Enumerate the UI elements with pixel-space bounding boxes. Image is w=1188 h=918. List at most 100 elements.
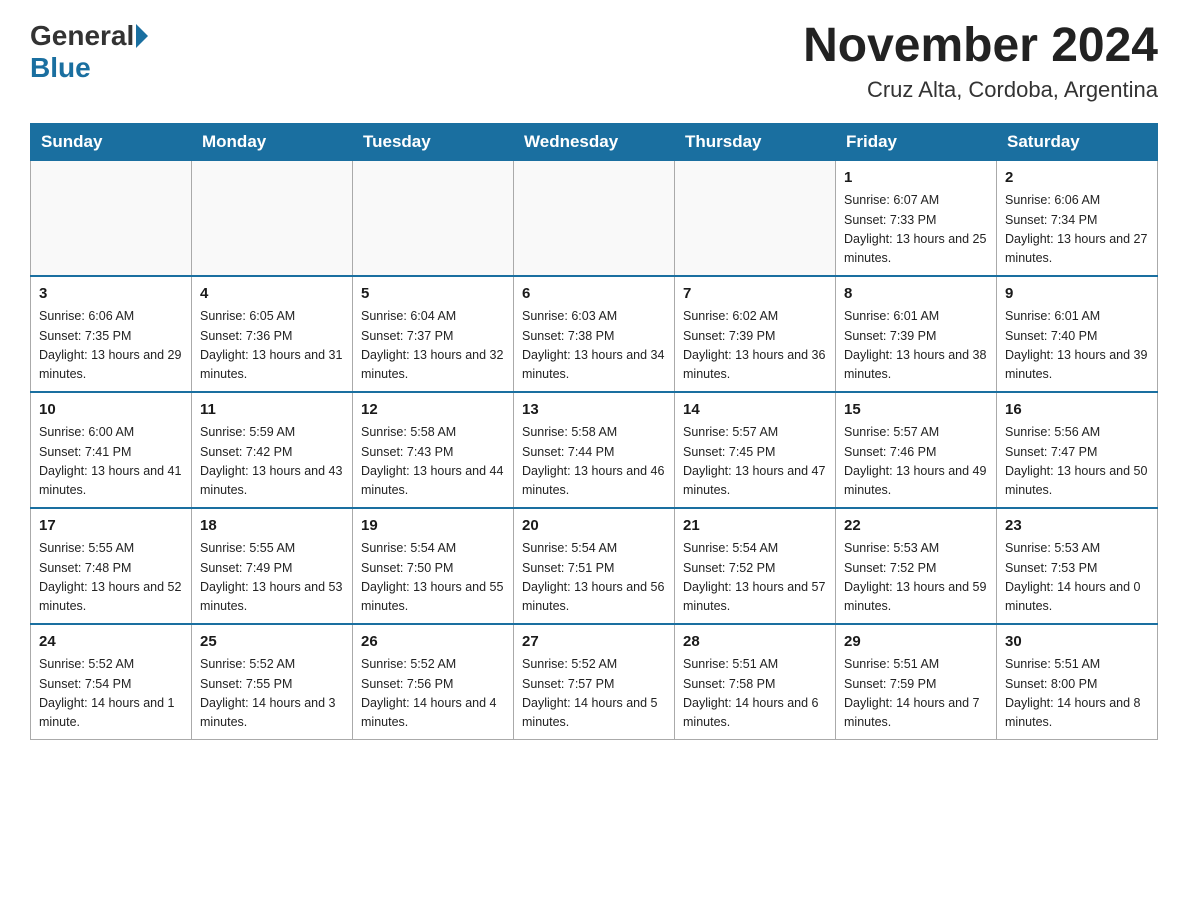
calendar-cell — [514, 160, 675, 276]
day-number: 14 — [683, 399, 827, 422]
calendar-cell — [675, 160, 836, 276]
day-number: 22 — [844, 515, 988, 538]
calendar-cell: 26Sunrise: 5:52 AMSunset: 7:56 PMDayligh… — [353, 624, 514, 740]
day-info: Sunrise: 5:57 AMSunset: 7:45 PMDaylight:… — [683, 423, 827, 501]
weekday-header-monday: Monday — [192, 123, 353, 160]
day-number: 27 — [522, 631, 666, 654]
calendar-week-5: 24Sunrise: 5:52 AMSunset: 7:54 PMDayligh… — [31, 624, 1158, 740]
weekday-header-tuesday: Tuesday — [353, 123, 514, 160]
calendar-cell — [353, 160, 514, 276]
calendar-cell: 30Sunrise: 5:51 AMSunset: 8:00 PMDayligh… — [997, 624, 1158, 740]
day-number: 17 — [39, 515, 183, 538]
day-info: Sunrise: 5:51 AMSunset: 7:58 PMDaylight:… — [683, 655, 827, 733]
day-info: Sunrise: 6:07 AMSunset: 7:33 PMDaylight:… — [844, 191, 988, 269]
logo: General Blue — [30, 20, 150, 84]
calendar-week-1: 1Sunrise: 6:07 AMSunset: 7:33 PMDaylight… — [31, 160, 1158, 276]
calendar-cell: 2Sunrise: 6:06 AMSunset: 7:34 PMDaylight… — [997, 160, 1158, 276]
day-number: 29 — [844, 631, 988, 654]
weekday-header-friday: Friday — [836, 123, 997, 160]
day-number: 5 — [361, 283, 505, 306]
day-info: Sunrise: 5:52 AMSunset: 7:57 PMDaylight:… — [522, 655, 666, 733]
location-text: Cruz Alta, Cordoba, Argentina — [803, 77, 1158, 103]
day-number: 13 — [522, 399, 666, 422]
day-info: Sunrise: 6:01 AMSunset: 7:40 PMDaylight:… — [1005, 307, 1149, 385]
weekday-header-saturday: Saturday — [997, 123, 1158, 160]
logo-arrow-icon — [136, 24, 148, 48]
calendar-week-4: 17Sunrise: 5:55 AMSunset: 7:48 PMDayligh… — [31, 508, 1158, 624]
logo-general-text: General — [30, 20, 134, 52]
logo-blue-text: Blue — [30, 52, 91, 84]
day-info: Sunrise: 6:01 AMSunset: 7:39 PMDaylight:… — [844, 307, 988, 385]
day-info: Sunrise: 5:51 AMSunset: 8:00 PMDaylight:… — [1005, 655, 1149, 733]
day-info: Sunrise: 5:53 AMSunset: 7:53 PMDaylight:… — [1005, 539, 1149, 617]
calendar-cell: 15Sunrise: 5:57 AMSunset: 7:46 PMDayligh… — [836, 392, 997, 508]
day-number: 16 — [1005, 399, 1149, 422]
day-number: 30 — [1005, 631, 1149, 654]
day-info: Sunrise: 5:56 AMSunset: 7:47 PMDaylight:… — [1005, 423, 1149, 501]
day-info: Sunrise: 6:04 AMSunset: 7:37 PMDaylight:… — [361, 307, 505, 385]
day-number: 25 — [200, 631, 344, 654]
calendar-cell: 17Sunrise: 5:55 AMSunset: 7:48 PMDayligh… — [31, 508, 192, 624]
day-info: Sunrise: 5:51 AMSunset: 7:59 PMDaylight:… — [844, 655, 988, 733]
day-number: 23 — [1005, 515, 1149, 538]
calendar-cell: 24Sunrise: 5:52 AMSunset: 7:54 PMDayligh… — [31, 624, 192, 740]
day-info: Sunrise: 5:57 AMSunset: 7:46 PMDaylight:… — [844, 423, 988, 501]
day-number: 10 — [39, 399, 183, 422]
day-info: Sunrise: 6:03 AMSunset: 7:38 PMDaylight:… — [522, 307, 666, 385]
day-number: 3 — [39, 283, 183, 306]
day-info: Sunrise: 5:52 AMSunset: 7:56 PMDaylight:… — [361, 655, 505, 733]
calendar-cell: 22Sunrise: 5:53 AMSunset: 7:52 PMDayligh… — [836, 508, 997, 624]
header-right: November 2024 Cruz Alta, Cordoba, Argent… — [803, 20, 1158, 103]
day-info: Sunrise: 6:00 AMSunset: 7:41 PMDaylight:… — [39, 423, 183, 501]
calendar-cell: 1Sunrise: 6:07 AMSunset: 7:33 PMDaylight… — [836, 160, 997, 276]
day-info: Sunrise: 6:05 AMSunset: 7:36 PMDaylight:… — [200, 307, 344, 385]
day-number: 9 — [1005, 283, 1149, 306]
calendar-cell: 10Sunrise: 6:00 AMSunset: 7:41 PMDayligh… — [31, 392, 192, 508]
day-info: Sunrise: 5:54 AMSunset: 7:50 PMDaylight:… — [361, 539, 505, 617]
calendar-cell: 13Sunrise: 5:58 AMSunset: 7:44 PMDayligh… — [514, 392, 675, 508]
calendar-cell: 23Sunrise: 5:53 AMSunset: 7:53 PMDayligh… — [997, 508, 1158, 624]
day-number: 28 — [683, 631, 827, 654]
day-number: 7 — [683, 283, 827, 306]
month-title: November 2024 — [803, 20, 1158, 73]
calendar-cell: 8Sunrise: 6:01 AMSunset: 7:39 PMDaylight… — [836, 276, 997, 392]
calendar-cell: 9Sunrise: 6:01 AMSunset: 7:40 PMDaylight… — [997, 276, 1158, 392]
calendar-cell: 18Sunrise: 5:55 AMSunset: 7:49 PMDayligh… — [192, 508, 353, 624]
calendar-cell: 25Sunrise: 5:52 AMSunset: 7:55 PMDayligh… — [192, 624, 353, 740]
day-number: 24 — [39, 631, 183, 654]
calendar-cell: 28Sunrise: 5:51 AMSunset: 7:58 PMDayligh… — [675, 624, 836, 740]
calendar-cell: 20Sunrise: 5:54 AMSunset: 7:51 PMDayligh… — [514, 508, 675, 624]
day-number: 19 — [361, 515, 505, 538]
calendar-week-2: 3Sunrise: 6:06 AMSunset: 7:35 PMDaylight… — [31, 276, 1158, 392]
weekday-header-wednesday: Wednesday — [514, 123, 675, 160]
calendar-cell: 7Sunrise: 6:02 AMSunset: 7:39 PMDaylight… — [675, 276, 836, 392]
day-number: 2 — [1005, 167, 1149, 190]
day-number: 11 — [200, 399, 344, 422]
calendar-cell: 6Sunrise: 6:03 AMSunset: 7:38 PMDaylight… — [514, 276, 675, 392]
day-number: 26 — [361, 631, 505, 654]
day-number: 18 — [200, 515, 344, 538]
calendar-cell: 21Sunrise: 5:54 AMSunset: 7:52 PMDayligh… — [675, 508, 836, 624]
calendar-cell — [31, 160, 192, 276]
day-number: 20 — [522, 515, 666, 538]
page-header: General Blue November 2024 Cruz Alta, Co… — [30, 20, 1158, 103]
day-number: 21 — [683, 515, 827, 538]
calendar-cell: 4Sunrise: 6:05 AMSunset: 7:36 PMDaylight… — [192, 276, 353, 392]
day-info: Sunrise: 5:54 AMSunset: 7:52 PMDaylight:… — [683, 539, 827, 617]
weekday-header-thursday: Thursday — [675, 123, 836, 160]
weekday-header-row: SundayMondayTuesdayWednesdayThursdayFrid… — [31, 123, 1158, 160]
calendar-week-3: 10Sunrise: 6:00 AMSunset: 7:41 PMDayligh… — [31, 392, 1158, 508]
calendar-cell: 3Sunrise: 6:06 AMSunset: 7:35 PMDaylight… — [31, 276, 192, 392]
day-number: 1 — [844, 167, 988, 190]
day-info: Sunrise: 5:53 AMSunset: 7:52 PMDaylight:… — [844, 539, 988, 617]
day-number: 4 — [200, 283, 344, 306]
calendar-table: SundayMondayTuesdayWednesdayThursdayFrid… — [30, 123, 1158, 740]
day-number: 15 — [844, 399, 988, 422]
day-number: 12 — [361, 399, 505, 422]
calendar-cell — [192, 160, 353, 276]
day-number: 6 — [522, 283, 666, 306]
day-info: Sunrise: 6:02 AMSunset: 7:39 PMDaylight:… — [683, 307, 827, 385]
calendar-cell: 27Sunrise: 5:52 AMSunset: 7:57 PMDayligh… — [514, 624, 675, 740]
calendar-cell: 16Sunrise: 5:56 AMSunset: 7:47 PMDayligh… — [997, 392, 1158, 508]
calendar-cell: 11Sunrise: 5:59 AMSunset: 7:42 PMDayligh… — [192, 392, 353, 508]
